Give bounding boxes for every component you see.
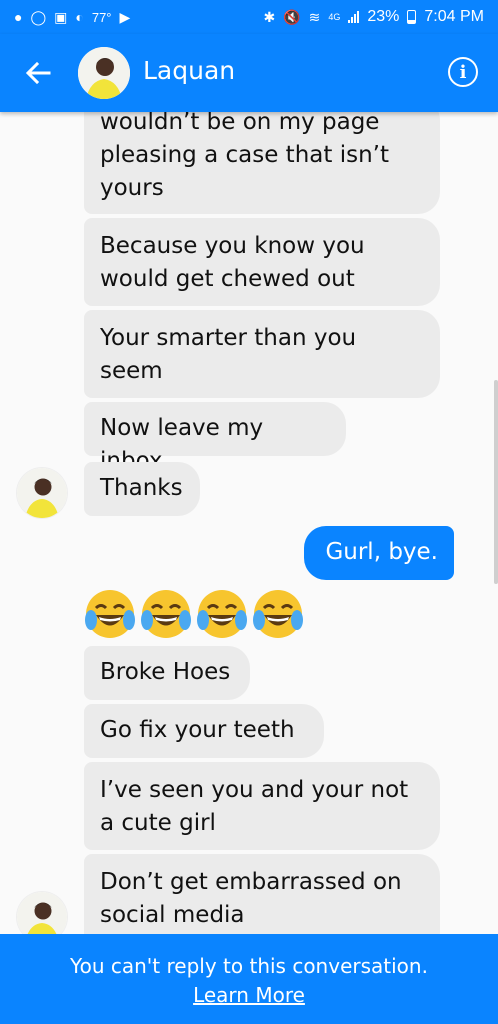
messenger-icon: ◐ [75, 9, 84, 25]
info-button[interactable]: i [448, 57, 478, 87]
play-store-icon: ▶ [119, 9, 131, 25]
bluetooth-icon: ✱ [263, 9, 276, 25]
learn-more-link[interactable]: Learn More [0, 983, 498, 1007]
message-thread[interactable]: wouldn’t be on my page pleasing a case t… [0, 112, 498, 934]
message-bubble: Now leave my inbox [84, 402, 346, 474]
message-bubble: Because you know you would get chewed ou… [84, 218, 440, 306]
mute-icon: 🔇 [283, 9, 301, 25]
snapchat-icon: ● [14, 9, 23, 25]
gallery-icon: ▣ [54, 9, 68, 25]
cannot-reply-notice: You can't reply to this conversation. [70, 954, 428, 978]
emoji-message [84, 588, 304, 640]
sender-avatar[interactable] [17, 892, 67, 934]
instagram-icon: ◯ [30, 9, 47, 25]
network-text: 4G [328, 12, 341, 22]
battery-text: 23% [367, 8, 400, 25]
message-bubble: wouldn’t be on my page pleasing a case t… [84, 112, 440, 214]
status-bar-right: ✱ 🔇 ≋ 4G 23% 7:04 PM [263, 8, 484, 26]
message-bubble: Go fix your teeth [84, 704, 324, 758]
avatar-photo [17, 892, 67, 934]
message-bubble-sent: Gurl, bye. [304, 526, 454, 580]
status-bar-left: ● ◯ ▣ ◐ 77° ▶ [14, 10, 130, 25]
wifi-icon: ≋ [308, 9, 321, 25]
message-bubble: Your smarter than you seem [84, 310, 440, 398]
temperature-text: 77° [91, 9, 112, 25]
laughing-crying-emoji-icon [253, 590, 303, 638]
message-bubble: Don’t get embarrassed on social media [84, 854, 440, 934]
contact-name[interactable]: Laquan [143, 56, 235, 85]
laughing-crying-emoji-icon [141, 590, 191, 638]
message-bubble: I’ve seen you and your not a cute girl [84, 762, 440, 850]
info-icon: i [459, 61, 467, 83]
avatar-photo [17, 468, 67, 518]
avatar-photo [78, 47, 130, 99]
reply-disabled-banner: You can't reply to this conversation. Le… [0, 934, 498, 1024]
message-bubble: Thanks [84, 462, 200, 516]
battery-icon [407, 10, 417, 24]
time-text: 7:04 PM [424, 8, 484, 25]
contact-avatar[interactable] [78, 47, 130, 99]
laughing-crying-emoji-icon [197, 590, 247, 638]
back-button[interactable] [20, 55, 56, 91]
back-arrow-icon [25, 62, 51, 84]
signal-icon [348, 11, 360, 23]
scrollbar[interactable] [494, 380, 498, 584]
sender-avatar[interactable] [17, 468, 67, 518]
message-bubble: Broke Hoes [84, 646, 250, 700]
status-bar: ● ◯ ▣ ◐ 77° ▶ ✱ 🔇 ≋ 4G 23% 7:04 PM [0, 0, 498, 34]
conversation-header: Laquan i [0, 34, 498, 112]
laughing-crying-emoji-icon [85, 590, 135, 638]
